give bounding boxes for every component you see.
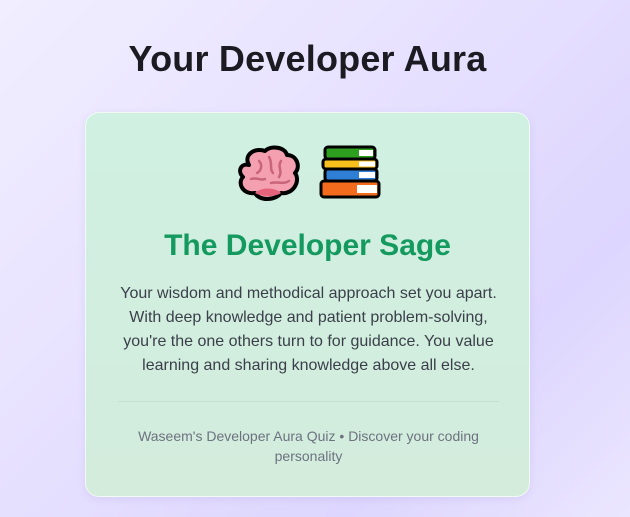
footer-text: Waseem's Developer Aura Quiz • Discover … <box>138 428 479 464</box>
brain-icon <box>235 143 303 203</box>
result-description: Your wisdom and methodical approach set … <box>120 285 497 374</box>
page-title: Your Developer Aura <box>128 38 487 79</box>
divider <box>118 401 499 402</box>
emoji-row <box>86 143 529 203</box>
result-card: The Developer Sage Your wisdom and metho… <box>85 112 530 497</box>
books-icon <box>319 143 381 203</box>
result-title: The Developer Sage <box>164 229 451 262</box>
